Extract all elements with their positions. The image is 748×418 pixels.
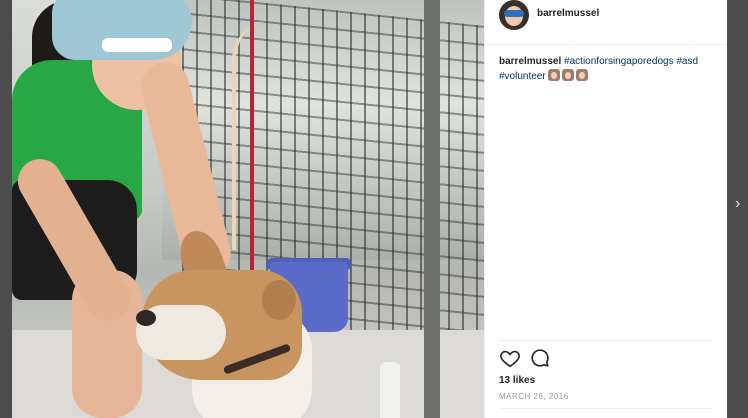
woman-emoji-icon — [576, 69, 589, 81]
caption-hashtag-volunteer[interactable]: #volunteer — [499, 71, 546, 82]
caption-username-link[interactable]: barrelmussel — [499, 56, 561, 67]
post-sidebar: barrelmussel barrelmussel #actionforsing… — [484, 0, 727, 418]
post-caption: barrelmussel #actionforsingaporedogs #as… — [499, 54, 714, 84]
post-header: barrelmussel — [485, 0, 727, 45]
photo-cage-post — [424, 0, 440, 418]
post-modal: barrelmussel barrelmussel #actionforsing… — [12, 0, 727, 418]
post-photo — [12, 0, 484, 418]
next-post-chevron-right-icon[interactable]: › — [735, 195, 740, 213]
modal-overlay-left[interactable] — [0, 0, 12, 418]
photo-leash-beige — [232, 20, 296, 250]
header-username-link[interactable]: barrelmussel — [537, 8, 599, 19]
actions-divider — [499, 340, 713, 341]
photo-leash-red — [250, 0, 254, 280]
woman-emoji-icon — [562, 69, 575, 81]
photo-dog-ear-right — [262, 280, 296, 320]
avatar-sunglasses — [504, 10, 524, 17]
likes-count[interactable]: 13 likes — [499, 375, 535, 386]
photo-person-cap-strap — [102, 38, 172, 52]
avatar[interactable] — [499, 0, 529, 30]
caption-hashtag-asd[interactable]: #asd — [676, 56, 698, 67]
comment-icon[interactable] — [529, 347, 551, 369]
caption-hashtag-actionforsingaporedogs[interactable]: #actionforsingaporedogs — [564, 56, 674, 67]
post-date: MARCH 26, 2016 — [499, 392, 569, 401]
woman-emoji-icon — [548, 69, 561, 81]
comment-divider — [499, 408, 713, 409]
heart-icon[interactable] — [499, 347, 521, 369]
photo-bottle — [380, 362, 400, 418]
photo-dog-nose — [136, 310, 156, 326]
